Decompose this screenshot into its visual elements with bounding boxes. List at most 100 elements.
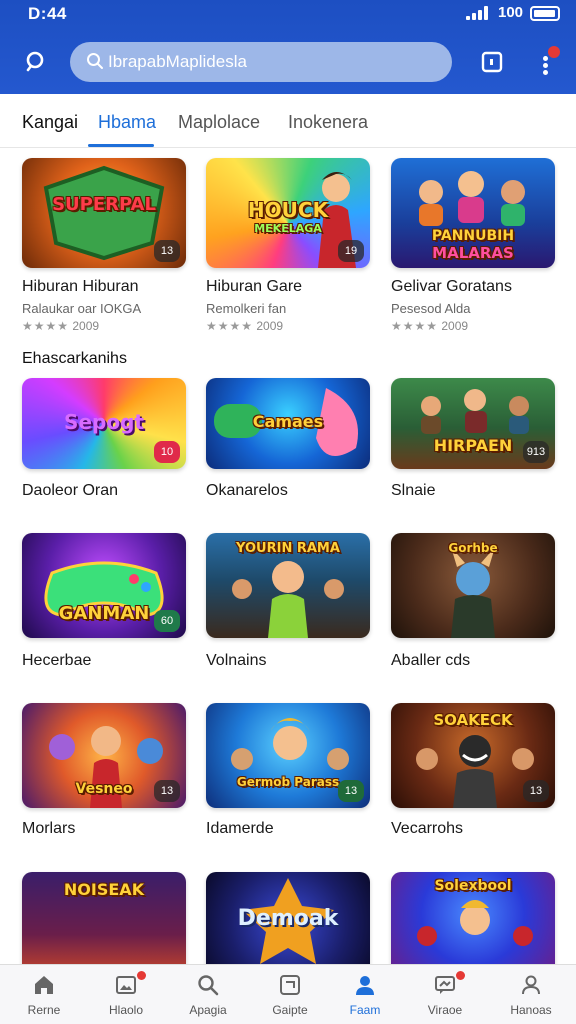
status-time: D:44 [28, 4, 67, 23]
category-tabs: Kangai Hbama Maplolace Inokenera [0, 100, 576, 148]
game-card[interactable]: Camaes Okanarelos [206, 378, 370, 502]
game-card[interactable]: Vesneo 13 Morlars [22, 703, 186, 841]
game-thumbnail[interactable]: Gorhbe [391, 533, 555, 638]
game-title: Morlars [22, 820, 76, 837]
game-card[interactable]: Demoak [206, 872, 370, 976]
game-thumbnail[interactable]: GANMAN 60 [22, 533, 186, 638]
notification-badge [548, 46, 560, 58]
rating-badge: 10 [154, 441, 180, 463]
game-thumbnail[interactable]: Camaes [206, 378, 370, 469]
section-title: Ehascarkanihs [22, 350, 127, 367]
nav-item-apagia[interactable]: Apagia [167, 965, 249, 1024]
search-icon [198, 975, 219, 996]
game-title: Aballer cds [391, 652, 471, 669]
rating-badge: 13 [338, 780, 364, 802]
tab-hbama[interactable]: Hbama [98, 112, 156, 133]
battery-value: 100 [498, 4, 524, 21]
tabs-square-icon[interactable] [480, 50, 504, 74]
search-icon[interactable] [24, 50, 48, 74]
game-thumbnail[interactable]: Solexbool [391, 872, 555, 976]
game-title: Volnains [206, 652, 267, 669]
game-rating: ★★★★ 2009 [206, 319, 283, 333]
home-icon [35, 976, 53, 994]
more-menu-icon[interactable] [536, 46, 560, 76]
nav-item-faam[interactable]: Faam [324, 965, 406, 1024]
rating-badge: 13 [154, 780, 180, 802]
art-title: PANNUBIH [431, 228, 515, 244]
game-card[interactable]: Sepogt 10 Daoleor Oran [22, 378, 186, 502]
game-card[interactable]: Gorhbe Aballer cds [391, 533, 555, 673]
nav-label: Apagia [189, 1003, 227, 1017]
game-thumbnail[interactable]: SUPERPAL 13 [22, 158, 186, 268]
game-thumbnail[interactable]: NOISEAK [22, 872, 186, 976]
game-thumbnail[interactable]: Germob Parass 13 [206, 703, 370, 808]
game-title: Hiburan Gare [206, 278, 303, 295]
game-thumbnail[interactable]: YOURIN RAMA [206, 533, 370, 638]
art-subtitle: MEKELAGA [254, 222, 322, 235]
nav-item-viraoe[interactable]: Viraoe [404, 965, 486, 1024]
art-title: HOUCK [247, 198, 329, 222]
active-tab-indicator [88, 144, 154, 147]
chat-icon [435, 976, 455, 994]
rating-stars: ★★★★ [206, 319, 254, 333]
game-thumbnail[interactable]: PANNUBIH MALARAS [391, 158, 555, 268]
art-title: Solexbool [434, 878, 512, 894]
art-title: NOISEAK [63, 880, 145, 899]
search-input[interactable] [108, 48, 438, 76]
signal-icon [466, 6, 492, 20]
art-title: SOAKECK [433, 711, 513, 729]
game-card[interactable]: Germob Parass 13 Idamerde [206, 703, 370, 841]
game-card[interactable]: NOISEAK [22, 872, 186, 976]
game-title: Gelivar Goratans [391, 278, 512, 295]
game-card[interactable]: GANMAN 60 Hecerbae [22, 533, 186, 673]
battery-icon [530, 6, 560, 21]
nav-item-gaipte[interactable]: Gaipte [249, 965, 331, 1024]
nav-item-hanoas[interactable]: Hanoas [490, 965, 572, 1024]
game-thumbnail[interactable]: SOAKECK 13 [391, 703, 555, 808]
art-title: Sepogt [64, 410, 144, 434]
person-icon [356, 976, 374, 995]
rating-year: 2009 [72, 319, 100, 333]
game-thumbnail[interactable]: Demoak [206, 872, 370, 976]
rating-badge: 13 [523, 780, 549, 802]
game-developer: Ralaukar oar IOKGA [22, 301, 142, 316]
rating-stars: ★★★★ [22, 319, 70, 333]
tab-kangai[interactable]: Kangai [22, 112, 78, 133]
game-rating: ★★★★ 2009 [391, 319, 468, 333]
game-thumbnail[interactable]: HIRPAEN 913 [391, 378, 555, 469]
game-thumbnail[interactable]: Vesneo 13 [22, 703, 186, 808]
nav-label: Gaipte [272, 1003, 308, 1017]
game-card[interactable]: YOURIN RAMA Volnains [206, 533, 370, 673]
game-thumbnail[interactable]: HOUCK MEKELAGA 19 [206, 158, 370, 268]
rating-year: 2009 [256, 319, 284, 333]
featured-card[interactable]: PANNUBIH MALARAS Gelivar Goratans Peseso… [391, 158, 555, 338]
status-bar: D:44 100 [0, 0, 576, 28]
nav-item-rerne[interactable]: Rerne [3, 965, 85, 1024]
art-subtitle: MALARAS [432, 244, 514, 262]
art-title: Gorhbe [448, 541, 498, 555]
art-title: Demoak [237, 906, 339, 931]
game-title: Vecarrohs [391, 820, 464, 837]
app-header: D:44 100 [0, 0, 576, 94]
game-card[interactable]: Solexbool [391, 872, 555, 976]
featured-card[interactable]: SUPERPAL 13 Hiburan Hiburan Ralaukar oar… [22, 158, 186, 338]
game-card[interactable]: HIRPAEN 913 Slnaie [391, 378, 555, 502]
tab-maplolace[interactable]: Maplolace [178, 112, 260, 133]
nav-item-hlaolo[interactable]: Hlaolo [85, 965, 167, 1024]
game-card[interactable]: SOAKECK 13 Vecarrohs [391, 703, 555, 841]
game-thumbnail[interactable]: Sepogt 10 [22, 378, 186, 469]
featured-card[interactable]: HOUCK MEKELAGA 19 Hiburan Gare Remolkeri… [206, 158, 370, 338]
bottom-navigation: Rerne Hlaolo Apagia Gaipte Faam Viraoe H… [0, 964, 576, 1024]
tab-inokenera[interactable]: Inokenera [288, 112, 368, 133]
photo-icon [116, 976, 136, 994]
rating-badge: 60 [154, 610, 180, 632]
nav-label: Hanoas [510, 1003, 552, 1017]
search-bar[interactable] [70, 42, 452, 82]
user-icon [522, 975, 540, 995]
rating-badge: 913 [523, 441, 549, 463]
rating-badge: 13 [154, 240, 180, 262]
rating-stars: ★★★★ [391, 319, 439, 333]
nav-label: Hlaolo [108, 1003, 144, 1017]
rating-year: 2009 [441, 319, 469, 333]
game-title: Hiburan Hiburan [22, 278, 139, 295]
